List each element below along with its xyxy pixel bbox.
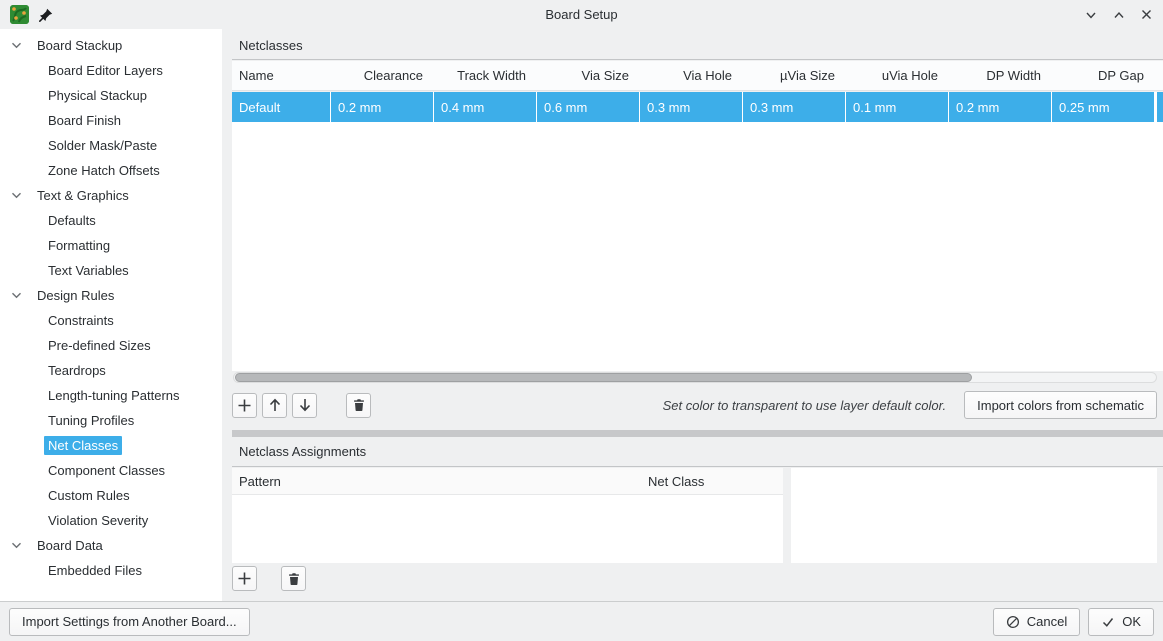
titlebar: Board Setup [0,0,1163,29]
sidebar-group-board-data[interactable]: Board Data [0,533,222,558]
check-icon [1101,615,1115,629]
column-header-uvia-hole[interactable]: uVia Hole [846,61,948,90]
assignments-section-header: Netclass Assignments [232,437,1163,467]
cell-name[interactable]: Default [232,92,330,122]
cell-overflow [1157,92,1163,122]
column-header-track-width[interactable]: Track Width [434,61,536,90]
column-header-via-size[interactable]: Via Size [537,61,639,90]
import-colors-from-schematic-button[interactable]: Import colors from schematic [964,391,1157,419]
arrow-down-icon [298,398,312,412]
sidebar-item-defaults[interactable]: Defaults [0,208,222,233]
column-header-net-class[interactable]: Net Class [648,474,783,489]
sidebar-item-physical-stackup[interactable]: Physical Stackup [0,83,222,108]
cell-dp-width[interactable]: 0.2 mm [949,92,1051,122]
window-title: Board Setup [0,7,1163,22]
kicad-pcbnew-app-icon [10,5,29,24]
column-header-via-hole[interactable]: Via Hole [640,61,742,90]
sidebar-item-pre-defined-sizes[interactable]: Pre-defined Sizes [0,333,222,358]
import-settings-button[interactable]: Import Settings from Another Board... [9,608,250,636]
chevron-down-icon[interactable] [10,192,22,199]
sidebar-group-board-stackup[interactable]: Board Stackup [0,33,222,58]
settings-tree: Board Stackup Board Editor Layers Physic… [0,29,222,601]
netclasses-table-body [232,122,1163,371]
cell-track-width[interactable]: 0.4 mm [434,92,536,122]
plus-icon [237,571,252,586]
sidebar-group-text-graphics[interactable]: Text & Graphics [0,183,222,208]
assignments-table-header: Pattern Net Class [232,468,783,495]
chevron-up-icon[interactable] [1112,8,1126,22]
column-header-dp-gap[interactable]: DP Gap [1052,61,1154,90]
column-header-pattern[interactable]: Pattern [239,474,281,489]
cell-uvia-size[interactable]: 0.3 mm [743,92,845,122]
sidebar-item-custom-rules[interactable]: Custom Rules [0,483,222,508]
netclasses-table-header: Name Clearance Track Width Via Size Via … [232,61,1163,91]
section-splitter-handle[interactable] [232,430,1163,437]
column-header-uvia-size[interactable]: µVia Size [743,61,845,90]
delete-netclass-button[interactable] [346,393,371,418]
chevron-down-icon[interactable] [10,292,22,299]
cell-uvia-hole[interactable]: 0.1 mm [846,92,948,122]
sidebar-item-text-variables[interactable]: Text Variables [0,258,222,283]
chevron-down-icon[interactable] [10,42,22,49]
netclasses-toolbar: Set color to transparent to use layer de… [232,389,1163,421]
cell-clearance[interactable]: 0.2 mm [331,92,433,122]
column-header-name[interactable]: Name [232,61,330,90]
horizontal-scrollbar[interactable] [233,372,1157,383]
sidebar-item-formatting[interactable]: Formatting [0,233,222,258]
sidebar-item-net-classes[interactable]: Net Classes [0,433,222,458]
sidebar-item-zone-hatch-offsets[interactable]: Zone Hatch Offsets [0,158,222,183]
plus-icon [237,398,252,413]
ok-button[interactable]: OK [1088,608,1154,636]
sidebar-item-tuning-profiles[interactable]: Tuning Profiles [0,408,222,433]
sidebar-item-teardrops[interactable]: Teardrops [0,358,222,383]
sidebar-item-board-finish[interactable]: Board Finish [0,108,222,133]
delete-assignment-button[interactable] [281,566,306,591]
assignments-section-title: Netclass Assignments [239,444,366,459]
sidebar-item-embedded-files[interactable]: Embedded Files [0,558,222,583]
sidebar-group-design-rules[interactable]: Design Rules [0,283,222,308]
cell-via-size[interactable]: 0.6 mm [537,92,639,122]
sidebar-item-label: Board Stackup [33,36,126,55]
dialog-footer: Import Settings from Another Board... Ca… [0,601,1163,641]
netclasses-section-title: Netclasses [239,38,303,53]
assignments-toolbar [232,566,311,591]
cell-via-hole[interactable]: 0.3 mm [640,92,742,122]
arrow-up-icon [268,398,282,412]
move-netclass-down-button[interactable] [292,393,317,418]
add-netclass-button[interactable] [232,393,257,418]
sidebar-item-violation-severity[interactable]: Violation Severity [0,508,222,533]
table-row[interactable]: Default 0.2 mm 0.4 mm 0.6 mm 0.3 mm 0.3 … [232,92,1163,122]
move-netclass-up-button[interactable] [262,393,287,418]
chevron-down-icon[interactable] [10,542,22,549]
add-assignment-button[interactable] [232,566,257,591]
close-icon[interactable] [1140,8,1153,21]
sidebar-item-component-classes[interactable]: Component Classes [0,458,222,483]
cancel-icon [1006,615,1020,629]
sidebar-item-constraints[interactable]: Constraints [0,308,222,333]
column-header-clearance[interactable]: Clearance [331,61,433,90]
sidebar-item-board-editor-layers[interactable]: Board Editor Layers [0,58,222,83]
chevron-down-icon[interactable] [1084,8,1098,22]
color-hint-text: Set color to transparent to use layer de… [663,398,947,413]
column-header-dp-width[interactable]: DP Width [949,61,1051,90]
netclasses-section-header: Netclasses [232,31,1163,60]
cell-dp-gap[interactable]: 0.25 mm [1052,92,1154,122]
cancel-button[interactable]: Cancel [993,608,1080,636]
sidebar-item-length-tuning-patterns[interactable]: Length-tuning Patterns [0,383,222,408]
assignments-preview-panel [791,468,1157,563]
trash-icon [287,572,301,586]
board-setup-dialog: Board Setup Board Stackup Board Editor L… [0,0,1163,641]
assignments-table: Pattern Net Class [232,468,783,563]
horizontal-scrollbar-thumb[interactable] [235,373,972,382]
trash-icon [352,398,366,412]
sidebar-item-solder-mask-paste[interactable]: Solder Mask/Paste [0,133,222,158]
pin-icon[interactable] [39,8,53,22]
